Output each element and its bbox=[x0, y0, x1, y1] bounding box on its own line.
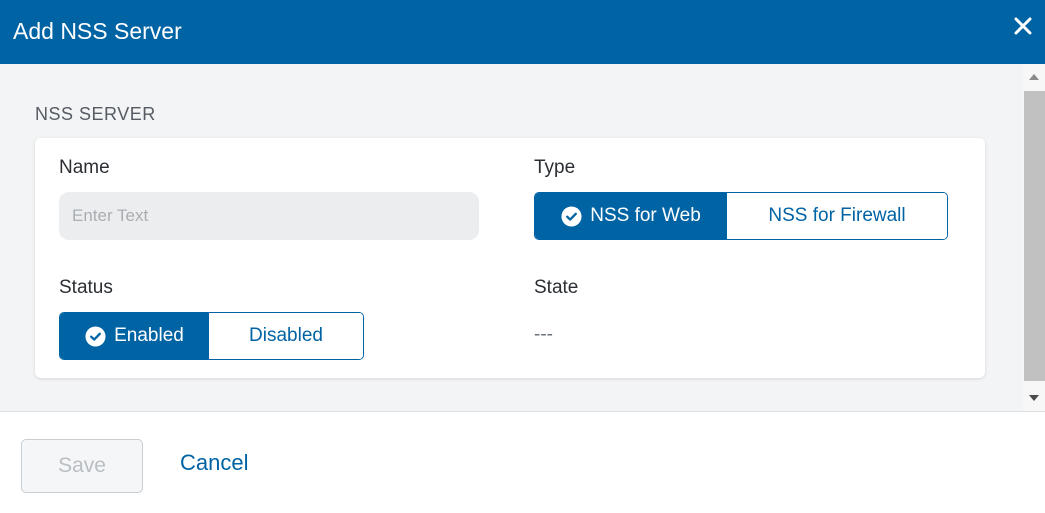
close-button[interactable] bbox=[1013, 16, 1033, 36]
type-option-label: NSS for Firewall bbox=[768, 205, 906, 226]
scroll-up-arrow-icon[interactable] bbox=[1029, 74, 1039, 80]
name-label: Name bbox=[59, 157, 110, 178]
scroll-down-arrow-icon[interactable] bbox=[1029, 395, 1039, 401]
check-circle-icon bbox=[561, 205, 582, 227]
state-value: --- bbox=[534, 324, 553, 345]
dialog-footer: Save Cancel bbox=[0, 411, 1045, 513]
type-label: Type bbox=[534, 157, 576, 178]
status-option-label: Disabled bbox=[249, 325, 323, 346]
cancel-button[interactable]: Cancel bbox=[180, 450, 248, 476]
section-label: NSS SERVER bbox=[35, 104, 156, 124]
type-option-nss-for-web[interactable]: NSS for Web bbox=[535, 193, 727, 239]
name-input[interactable] bbox=[59, 192, 479, 240]
dialog-body: NSS SERVER Name Type NSS for Web NSS for… bbox=[0, 64, 1045, 411]
type-option-label: NSS for Web bbox=[590, 205, 701, 226]
status-option-enabled[interactable]: Enabled bbox=[60, 313, 209, 359]
state-label: State bbox=[534, 277, 579, 298]
save-button[interactable]: Save bbox=[21, 439, 143, 493]
scrollbar-thumb[interactable] bbox=[1024, 91, 1045, 381]
status-label: Status bbox=[59, 277, 113, 298]
check-circle-icon bbox=[85, 325, 106, 347]
close-icon bbox=[1014, 17, 1032, 35]
type-segmented-control: NSS for Web NSS for Firewall bbox=[534, 192, 948, 240]
status-option-label: Enabled bbox=[114, 325, 184, 346]
nss-server-card: Name Type NSS for Web NSS for Firewall S… bbox=[35, 138, 985, 378]
status-segmented-control: Enabled Disabled bbox=[59, 312, 364, 360]
vertical-scrollbar[interactable] bbox=[1023, 64, 1045, 411]
dialog-header: Add NSS Server bbox=[0, 0, 1045, 64]
type-option-nss-for-firewall[interactable]: NSS for Firewall bbox=[727, 193, 947, 239]
dialog-title: Add NSS Server bbox=[13, 18, 182, 44]
status-option-disabled[interactable]: Disabled bbox=[209, 313, 363, 359]
